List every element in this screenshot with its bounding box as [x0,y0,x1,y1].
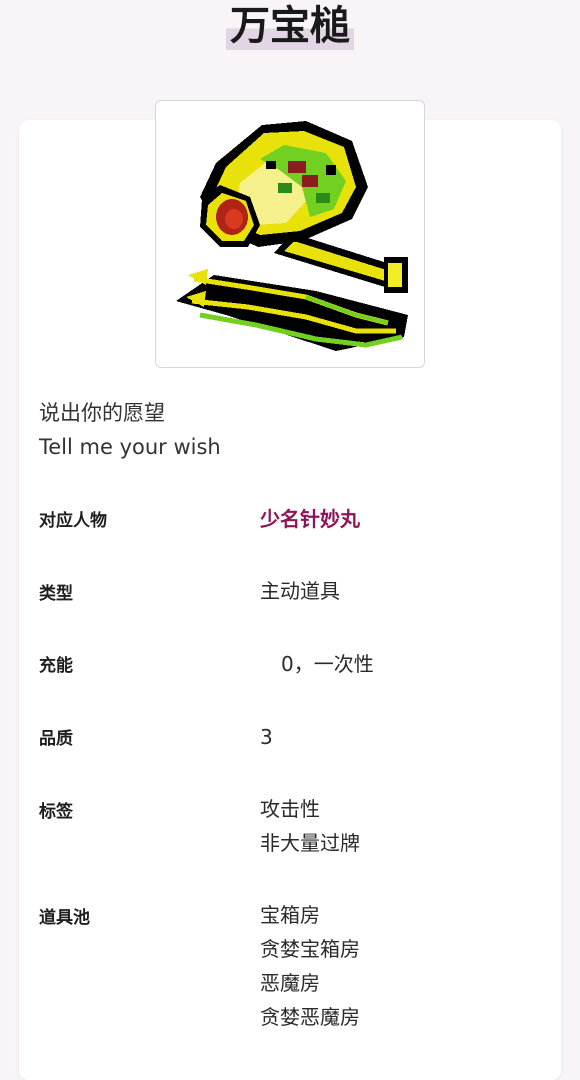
quality-label: 品质 [39,729,73,749]
character-value: 少名针妙丸 [260,502,360,536]
pool-item: 贪婪恶魔房 [260,1005,360,1029]
pools-label: 道具池 [39,908,90,928]
quote-english: Tell me your wish [39,435,221,459]
type-value: 主动道具 [260,579,340,603]
pool-item: 贪婪宝箱房 [260,937,360,961]
charge-label: 充能 [39,656,73,676]
item-image [155,100,425,368]
pool-item: 宝箱房 [260,903,320,927]
quote-chinese: 说出你的愿望 [39,401,165,425]
quality-value: 3 [260,725,273,749]
tags-value: 攻击性 非大量过牌 [260,792,360,860]
charge-value: 0，一次性 [281,652,374,676]
pool-item: 恶魔房 [260,971,320,995]
miracle-mallet-icon [176,121,408,351]
type-label: 类型 [39,584,73,604]
character-label: 对应人物 [39,511,107,531]
character-link[interactable]: 少名针妙丸 [260,507,360,531]
item-quote: 说出你的愿望 Tell me your wish [39,396,221,464]
tags-label: 标签 [39,802,73,822]
page-header: 万宝槌 [0,0,580,60]
tag-item: 攻击性 [260,797,320,821]
page-title: 万宝槌 [226,2,354,50]
pools-value: 宝箱房 贪婪宝箱房 恶魔房 贪婪恶魔房 [260,898,360,1034]
tag-item: 非大量过牌 [260,831,360,855]
